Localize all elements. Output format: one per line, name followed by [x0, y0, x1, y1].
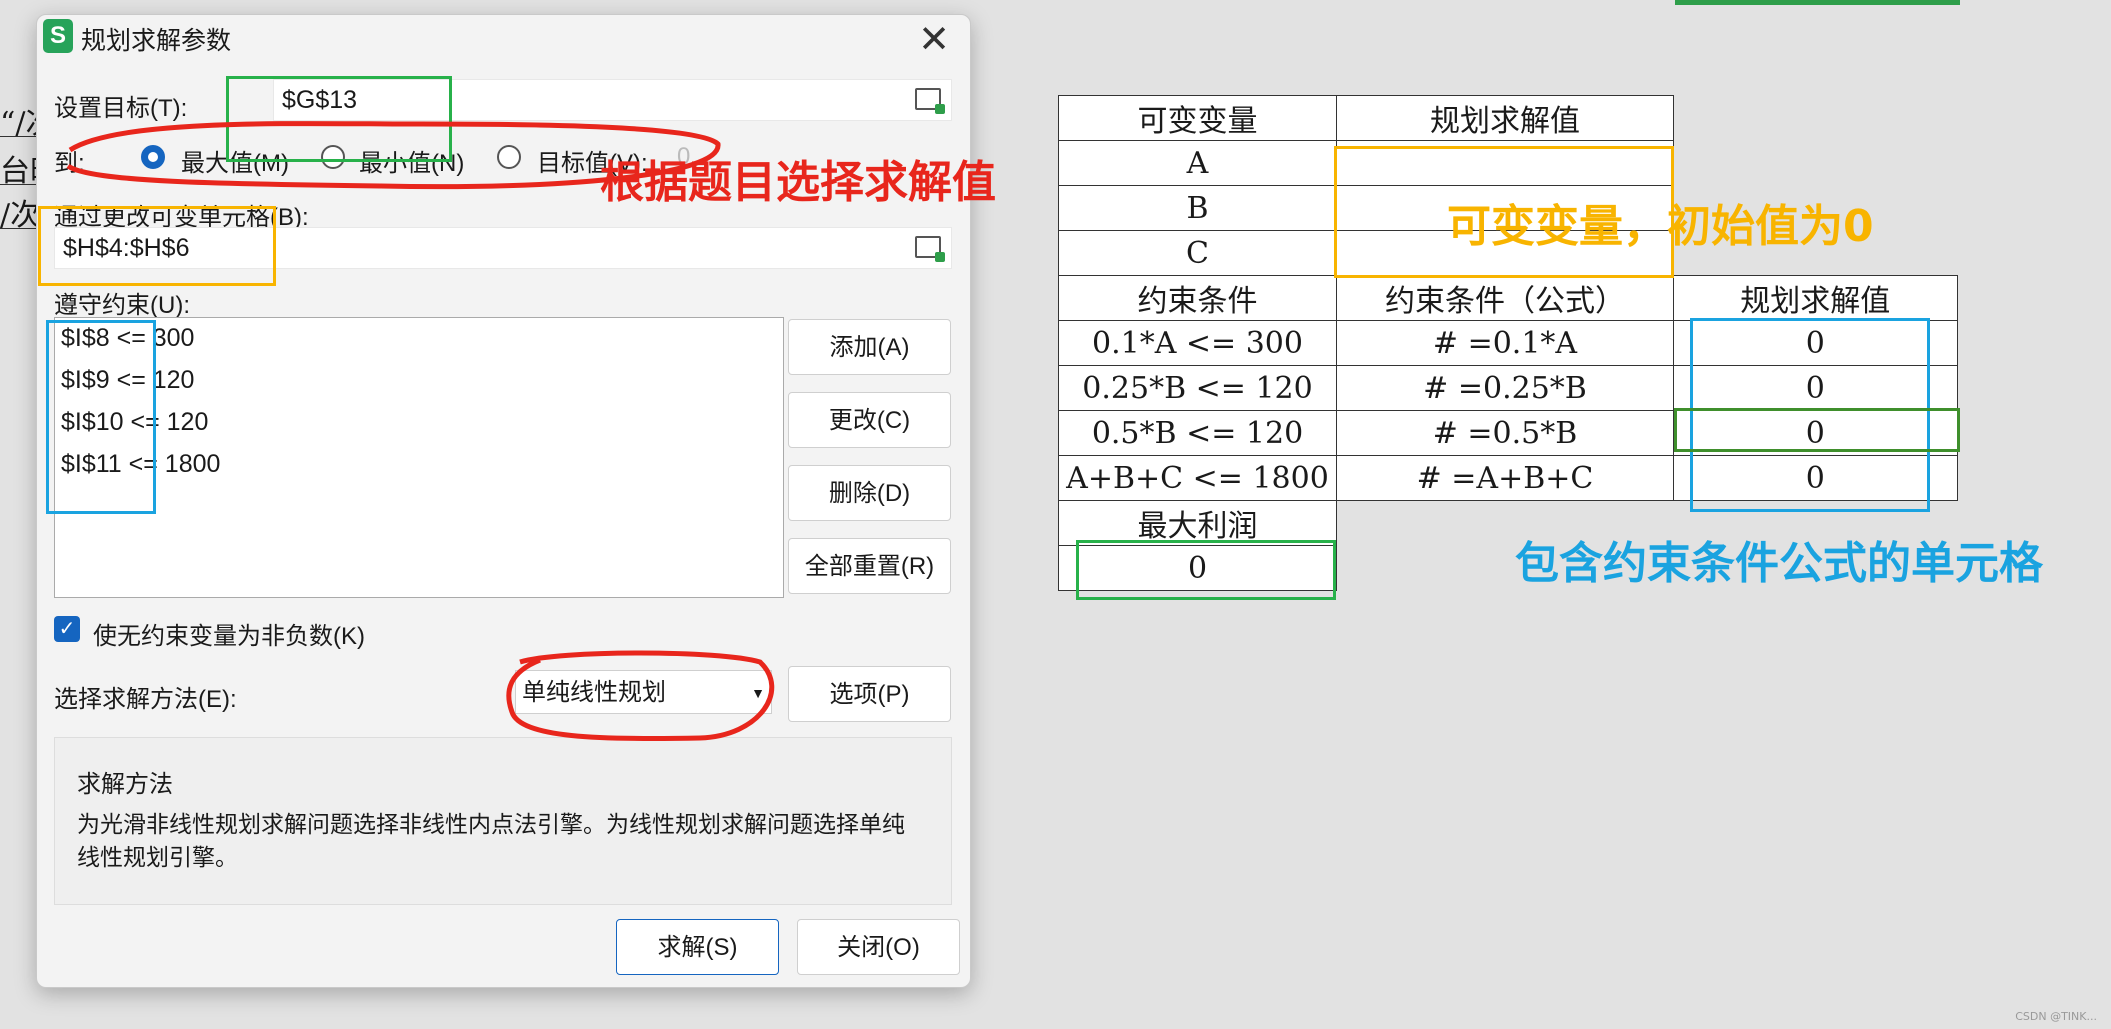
- red-annotation-marks: [66, 121, 775, 742]
- select-value-annotation: 根据题目选择求解值: [600, 157, 996, 208]
- watermark: CSDN @TINK...: [2015, 1010, 2097, 1023]
